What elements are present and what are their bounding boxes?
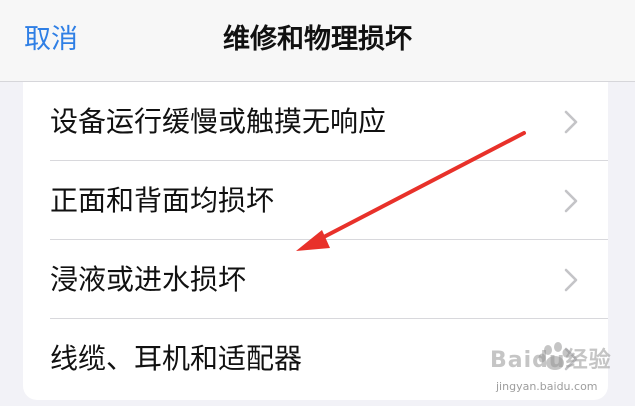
list-item-slow-or-unresponsive[interactable]: 设备运行缓慢或触摸无响应: [23, 82, 608, 161]
navigation-bar: 取消 维修和物理损坏: [0, 0, 635, 82]
chevron-right-icon: [564, 189, 578, 212]
list-item-front-and-back-damage[interactable]: 正面和背面均损坏: [23, 161, 608, 240]
chevron-right-icon: [564, 110, 578, 133]
chevron-right-icon: [564, 268, 578, 291]
page-title: 维修和物理损坏: [223, 24, 412, 55]
screen: 取消 维修和物理损坏 设备运行缓慢或触摸无响应 正面和背面均损坏 浸液或进水损坏: [0, 0, 635, 406]
list-item-label: 浸液或进水损坏: [50, 262, 247, 296]
watermark-url: jingyan.baidu.com: [496, 380, 598, 393]
watermark-brand: Baidu经验: [490, 348, 612, 373]
list-item-label: 设备运行缓慢或触摸无响应: [50, 104, 387, 138]
list-item-liquid-damage[interactable]: 浸液或进水损坏: [23, 240, 608, 319]
list-item-label: 线缆、耳机和适配器: [50, 341, 303, 375]
list-item-label: 正面和背面均损坏: [50, 183, 275, 217]
